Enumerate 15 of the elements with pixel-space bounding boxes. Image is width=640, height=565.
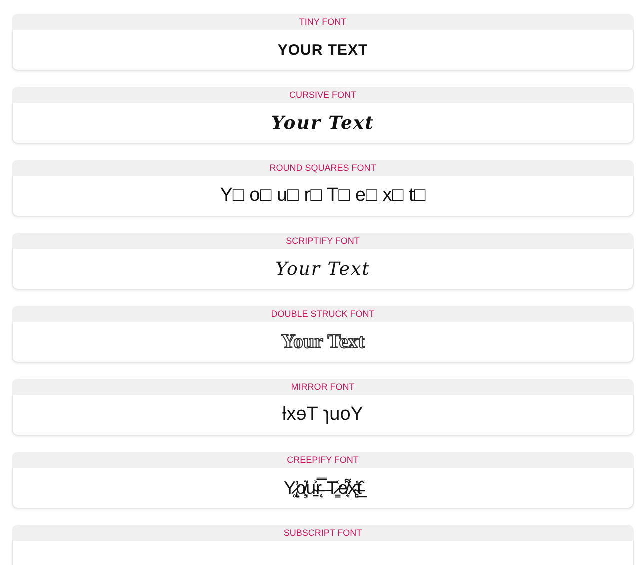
- font-title: ROUND SQUARES FONT: [12, 160, 634, 176]
- preview-text: Your Text: [281, 330, 365, 354]
- preview-text: ƚxɘT ɿuoY: [282, 404, 364, 426]
- preview-text: Y□ o□ u□ r□ T□ e□ x□ t□: [220, 185, 426, 207]
- font-title: SUBSCRIPT FONT: [12, 525, 634, 541]
- preview-text: Y̷̢̛͚o̸̧͉͛u̴̠͐r̵̨̿ ̶T̷̳͑e̸͙͌x̴̻̓t̵̲̂: [280, 466, 366, 510]
- preview-text: Your Text: [272, 112, 374, 134]
- font-title: CURSIVE FONT: [12, 87, 634, 103]
- font-title: TINY FONT: [12, 14, 634, 30]
- font-title: MIRROR FONT: [12, 379, 634, 395]
- font-title: DOUBLE STRUCK FONT: [12, 306, 634, 322]
- font-title: SCRIPTIFY FONT: [12, 233, 634, 249]
- font-title: CREEPIFY FONT: [12, 452, 634, 468]
- preview-text: Your Text: [276, 258, 370, 280]
- preview-text: YOUR TEXT: [278, 42, 368, 58]
